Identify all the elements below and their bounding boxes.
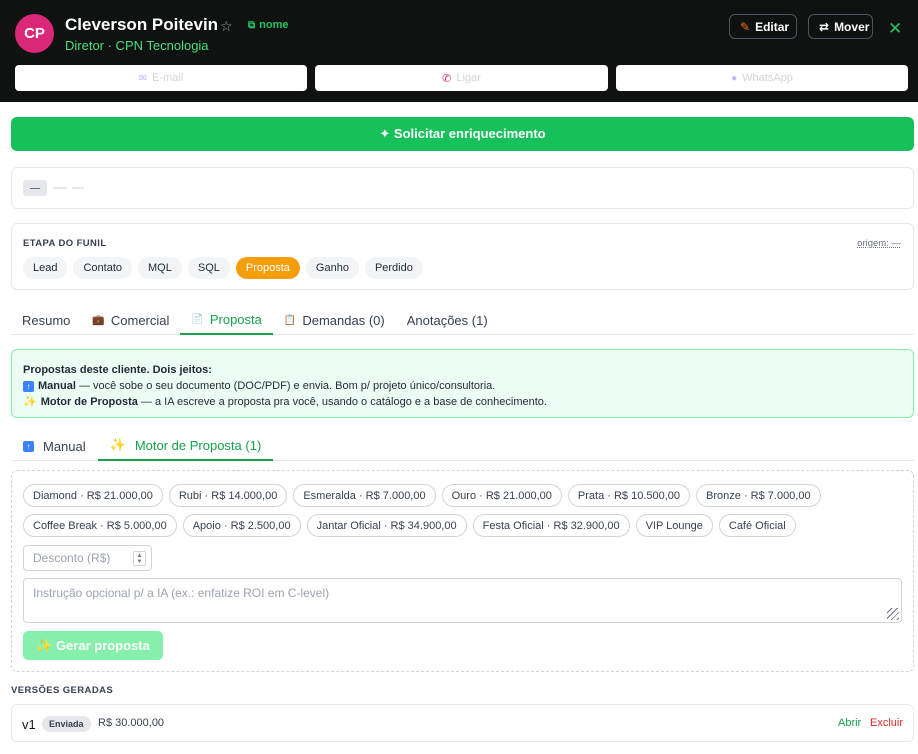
product-chip[interactable]: Coffee Break · R$ 5.000,00 bbox=[23, 514, 177, 537]
contact-header: CP Cleverson Poitevin ☆ ⧉ nome Diretor ·… bbox=[0, 0, 918, 102]
close-icon[interactable]: ✕ bbox=[888, 19, 902, 39]
briefcase-icon: 💼 bbox=[92, 315, 105, 326]
number-stepper[interactable]: ▲ ▼ bbox=[133, 551, 146, 566]
info-manual-text: — você sobe o seu documento (DOC/PDF) e … bbox=[75, 380, 496, 392]
product-chip[interactable]: VIP Lounge bbox=[635, 514, 713, 537]
product-chip[interactable]: Prata · R$ 10.500,00 bbox=[567, 484, 691, 507]
product-chip[interactable]: Ouro · R$ 21.000,00 bbox=[441, 484, 562, 507]
call-button[interactable]: ✆ Ligar bbox=[315, 65, 608, 91]
ai-instruction-textarea[interactable]: Instrução opcional p/ a IA (ex.: enfatiz… bbox=[23, 578, 902, 623]
edit-button-label: Editar bbox=[755, 19, 790, 34]
tab-proposal-engine[interactable]: ✨ Motor de Proposta (1) bbox=[97, 431, 274, 461]
tab-label: Resumo bbox=[22, 313, 71, 328]
tab-label: Anotações (1) bbox=[406, 313, 488, 328]
tab-anotações-1[interactable]: Anotações (1) bbox=[396, 306, 499, 335]
tab-proposal-engine-label: Motor de Proposta (1) bbox=[134, 437, 262, 453]
sparkles-icon: ✨ bbox=[109, 437, 126, 452]
instruction-placeholder: Instrução opcional p/ a IA (ex.: enfatiz… bbox=[33, 586, 330, 600]
edit-button[interactable]: ✎ Editar bbox=[729, 14, 797, 39]
pencil-icon: ✎ bbox=[740, 19, 751, 34]
enrichment-placeholder-card: — bbox=[11, 167, 914, 209]
status-badge: Enviada bbox=[42, 716, 91, 732]
tab-manual-label: Manual bbox=[43, 438, 86, 454]
email-button-label: E-mail bbox=[152, 72, 184, 84]
product-chip[interactable]: Diamond · R$ 21.000,00 bbox=[23, 484, 163, 507]
version-row: v1 Enviada R$ 30.000,00 Abrir Excluir bbox=[11, 704, 914, 742]
funnel-stage-lead[interactable]: Lead bbox=[23, 257, 68, 279]
info-heading: Propostas deste cliente. Dois jeitos: bbox=[23, 364, 212, 376]
placeholder-line bbox=[53, 187, 67, 189]
origin-link[interactable]: origem: — bbox=[857, 238, 901, 249]
tab-label: Demandas (0) bbox=[302, 313, 385, 328]
funnel-stage-sql[interactable]: SQL bbox=[187, 257, 230, 279]
generate-proposal-label: ✨ Gerar proposta bbox=[36, 637, 150, 653]
proposal-info-box: Propostas deste cliente. Dois jeitos: ↑ M… bbox=[11, 349, 914, 418]
resize-handle[interactable] bbox=[887, 608, 899, 620]
discount-input[interactable]: Desconto (R$) ▲ ▼ bbox=[23, 545, 152, 571]
copy-name-button[interactable]: ⧉ nome bbox=[248, 19, 288, 31]
product-chips: Diamond · R$ 21.000,00 Rubi · R$ 14.000,0… bbox=[23, 484, 903, 537]
tab-label: Comercial bbox=[110, 313, 170, 328]
request-enrichment-button[interactable]: ✦ Solicitar enriquecimento bbox=[11, 117, 914, 151]
copy-icon: ⧉ bbox=[248, 19, 256, 31]
upload-icon: ↑ bbox=[23, 440, 34, 452]
tab-resumo[interactable]: Resumo bbox=[11, 306, 81, 335]
funnel-stages: Lead Contato MQL SQL Proposta Ganho Perdido bbox=[23, 257, 423, 279]
funnel-stage-proposta[interactable]: Proposta bbox=[235, 257, 300, 279]
chat-bubble-icon: ● bbox=[731, 72, 738, 84]
clipboard-icon: 📋 bbox=[283, 315, 297, 326]
swap-arrows-icon: ⇄ bbox=[819, 19, 830, 34]
sparkles-icon: ✨ bbox=[23, 396, 37, 408]
tab-manual[interactable]: ↑ Manual bbox=[11, 431, 98, 461]
version-number: v1 bbox=[22, 717, 36, 732]
version-value: R$ 30.000,00 bbox=[98, 717, 165, 729]
product-chip[interactable]: Esmeralda · R$ 7.000,00 bbox=[293, 484, 436, 507]
tab-label: Proposta bbox=[209, 312, 262, 327]
tab-comercial[interactable]: 💼 Comercial bbox=[81, 306, 180, 335]
generate-proposal-button[interactable]: ✨ Gerar proposta bbox=[23, 631, 163, 660]
star-icon[interactable]: ☆ bbox=[220, 18, 233, 35]
product-chip[interactable]: Jantar Oficial · R$ 34.900,00 bbox=[306, 514, 467, 537]
product-chip[interactable]: Bronze · R$ 7.000,00 bbox=[696, 484, 821, 507]
document-icon: 📄 bbox=[191, 314, 204, 325]
whatsapp-button[interactable]: ● WhatsApp bbox=[616, 65, 908, 91]
open-version-link[interactable]: Abrir bbox=[838, 717, 861, 729]
proposal-engine-panel: Diamond · R$ 21.000,00 Rubi · R$ 14.000,0… bbox=[11, 470, 914, 672]
contact-subtitle: Diretor · CPN Tecnologia bbox=[65, 38, 209, 53]
placeholder-chip: — bbox=[23, 180, 47, 196]
tab-proposta[interactable]: 📄 Proposta bbox=[180, 306, 273, 335]
upload-icon: ↑ bbox=[23, 381, 34, 392]
versions-title: VERSÕES GERADAS bbox=[11, 685, 114, 696]
phone-icon: ✆ bbox=[442, 72, 452, 85]
move-button[interactable]: ⇄ Mover bbox=[808, 14, 873, 39]
delete-version-link[interactable]: Excluir bbox=[870, 717, 903, 729]
tab-demandas-0[interactable]: 📋 Demandas (0) bbox=[273, 306, 396, 335]
proposal-mode-tabs: ↑ Manual ✨ Motor de Proposta (1) bbox=[11, 431, 914, 461]
contact-name: Cleverson Poitevin bbox=[65, 15, 219, 34]
info-engine-text: — a IA escreve a proposta pra você, usan… bbox=[137, 396, 547, 408]
avatar: CP bbox=[15, 14, 54, 53]
funnel-stage-contato[interactable]: Contato bbox=[73, 257, 133, 279]
call-button-label: Ligar bbox=[456, 72, 481, 84]
product-chip[interactable]: Apoio · R$ 2.500,00 bbox=[182, 514, 301, 537]
discount-placeholder: Desconto (R$) bbox=[33, 551, 111, 565]
copy-name-label: nome bbox=[259, 19, 289, 31]
funnel-stage-card: ETAPA DO FUNIL origem: — Lead Contato MQL S… bbox=[11, 223, 914, 290]
funnel-stage-mql[interactable]: MQL bbox=[138, 257, 182, 279]
product-chip[interactable]: Café Oficial bbox=[718, 514, 796, 537]
placeholder-line bbox=[72, 187, 84, 189]
product-chip[interactable]: Rubi · R$ 14.000,00 bbox=[168, 484, 288, 507]
info-engine-title: Motor de Proposta bbox=[40, 396, 138, 408]
request-enrichment-label: ✦ Solicitar enriquecimento bbox=[379, 126, 546, 141]
mail-icon: ✉ bbox=[138, 72, 148, 84]
product-chip[interactable]: Festa Oficial · R$ 32.900,00 bbox=[472, 514, 630, 537]
funnel-stage-perdido[interactable]: Perdido bbox=[364, 257, 423, 279]
move-button-label: Mover bbox=[834, 19, 870, 34]
detail-tabs: Resumo 💼 Comercial 📄 Proposta 📋 Demandas (0) An… bbox=[11, 306, 914, 335]
funnel-title: ETAPA DO FUNIL bbox=[23, 238, 107, 249]
info-manual-title: Manual bbox=[38, 380, 76, 392]
whatsapp-button-label: WhatsApp bbox=[742, 72, 793, 84]
funnel-stage-ganho[interactable]: Ganho bbox=[305, 257, 359, 279]
email-button[interactable]: ✉ E-mail bbox=[15, 65, 307, 91]
